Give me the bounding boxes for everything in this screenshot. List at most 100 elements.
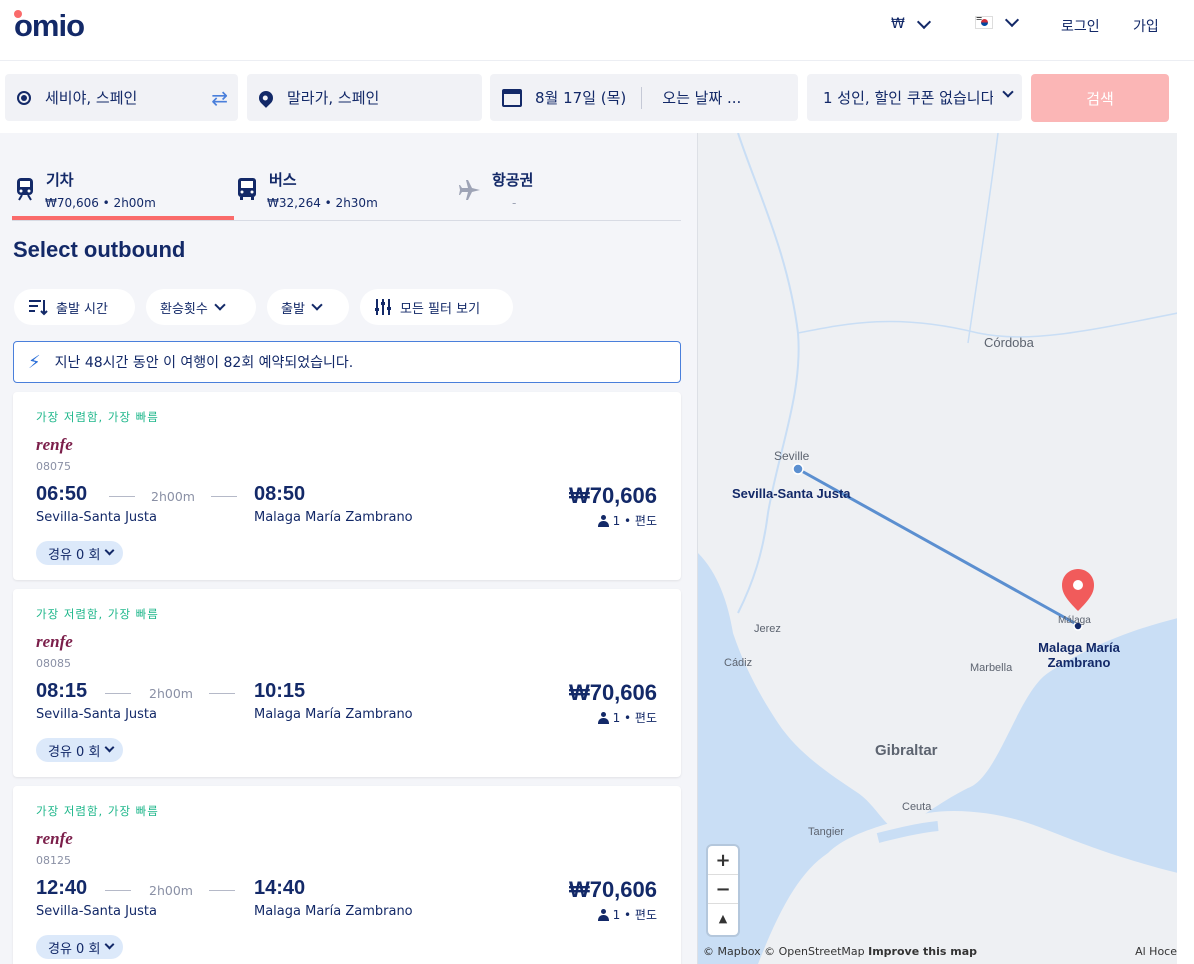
chevron-down-icon [1002, 86, 1014, 98]
tab-flight-sub: - [512, 196, 517, 210]
duration-line [211, 496, 237, 497]
depart-filter-chip[interactable]: 출발 [267, 289, 349, 325]
osm-attribution[interactable]: © OpenStreetMap [764, 945, 865, 958]
arrival-time: 10:15 [254, 680, 306, 702]
language-selector[interactable] [975, 12, 1020, 29]
departure-time: 12:40 [36, 877, 88, 899]
signup-link[interactable]: 가입 [1133, 16, 1159, 36]
map-label-tangier: Tangier [808, 826, 845, 838]
mapbox-attribution[interactable]: © Mapbox [703, 945, 761, 958]
map-label-ceuta: Ceuta [902, 801, 932, 813]
stops-toggle[interactable]: 경유 0 회 [36, 738, 124, 762]
renfe-logo: renfe [36, 632, 73, 651]
origin-field[interactable]: 세비야, 스페인 ⇄ [5, 74, 238, 121]
person-icon [597, 711, 609, 724]
date-divider [641, 86, 643, 109]
duration-line [209, 890, 235, 891]
stops-toggle[interactable]: 경유 0 회 [36, 541, 124, 565]
stops-label: 경유 0 회 [48, 547, 101, 563]
passenger-field[interactable]: 1 성인, 할인 쿠폰 없습니다 [807, 74, 1022, 121]
result-tag: 가장 저렴함, 가장 빠름 [36, 410, 159, 424]
zoom-in-button[interactable]: + [708, 846, 738, 875]
return-date[interactable]: 오는 날짜 ... [662, 87, 741, 108]
omio-logo[interactable]: omio [14, 8, 85, 44]
route-map[interactable]: Córdoba Seville Sevilla-Santa Justa Mála… [697, 133, 1177, 964]
result-tag: 가장 저렴함, 가장 빠름 [36, 607, 159, 621]
currency-selector[interactable]: ₩ [891, 14, 931, 32]
chevron-down-icon [104, 545, 115, 556]
korea-flag-icon [975, 14, 993, 29]
login-link[interactable]: 로그인 [1061, 16, 1100, 36]
date-field[interactable]: 8월 17일 (목) 오는 날짜 ... [490, 74, 798, 121]
tab-train-label: 기차 [46, 171, 74, 189]
departure-time: 06:50 [36, 483, 88, 505]
depart-date[interactable]: 8월 17일 (목) [535, 87, 626, 108]
stops-label: 경유 0 회 [48, 941, 101, 957]
lightning-icon: ⚡ [28, 351, 41, 373]
booking-info-banner: ⚡ 지난 48시간 동안 이 여행이 82회 예약되었습니다. [13, 341, 681, 383]
duration-line [105, 890, 131, 891]
arrival-time: 14:40 [254, 877, 306, 899]
passenger-info: 1 • 편도 [597, 512, 657, 529]
passenger-text: 1 • 편도 [612, 908, 657, 922]
origin-circle-icon [17, 90, 31, 105]
currency-label: ₩ [891, 16, 905, 32]
result-card[interactable]: 가장 저렴함, 가장 빠름 renfe 08125 12:40 2h00m 14… [13, 786, 681, 964]
duration: 2h00m [151, 489, 195, 504]
map-label-marbella: Marbella [970, 662, 1013, 674]
location-pin-icon [256, 87, 276, 108]
chip-label: 출발 [281, 301, 305, 317]
stops-label: 경유 0 회 [48, 744, 101, 760]
swap-icon[interactable]: ⇄ [211, 86, 228, 110]
person-icon [597, 514, 609, 527]
tab-train[interactable]: 기차 ₩70,606 • 2h00m [12, 163, 234, 220]
stops-toggle[interactable]: 경유 0 회 [36, 935, 124, 959]
result-card[interactable]: 가장 저렴함, 가장 빠름 renfe 08085 08:15 2h00m 10… [13, 589, 681, 777]
transfers-filter-chip[interactable]: 환승횟수 [146, 289, 256, 325]
map-label-jerez: Jerez [754, 623, 781, 635]
passenger-text: 1 • 편도 [612, 711, 657, 725]
top-navbar: omio ₩ 로그인 가입 [0, 0, 1194, 60]
map-label-al-hoceima: Al Hoce [1135, 945, 1177, 958]
tab-bus-sub: ₩32,264 • 2h30m [267, 196, 378, 210]
tab-flight[interactable]: 항공권 - [456, 163, 681, 220]
train-icon [17, 178, 33, 201]
transport-tabs: 기차 ₩70,606 • 2h00m 버스 ₩32,264 • 2h30m 항공… [12, 163, 681, 221]
all-filters-chip[interactable]: 모든 필터 보기 [360, 289, 513, 325]
bus-icon [238, 178, 256, 200]
sliders-icon [375, 299, 391, 315]
origin-value: 세비야, 스페인 [45, 89, 138, 107]
improve-map-link[interactable]: Improve this map [868, 945, 977, 958]
origin-station: Sevilla-Santa Justa [36, 904, 157, 919]
destination-station: Malaga María Zambrano [254, 707, 413, 722]
destination-field[interactable]: 말라가, 스페인 [247, 74, 482, 121]
tab-flight-label: 항공권 [492, 171, 534, 189]
search-bar: 세비야, 스페인 ⇄ 말라가, 스페인 8월 17일 (목) 오는 날짜 ...… [0, 60, 1194, 133]
chip-label: 환승횟수 [160, 301, 208, 317]
map-label-cordoba: Córdoba [984, 335, 1034, 350]
map-canvas [698, 133, 1177, 964]
train-number: 08125 [36, 854, 71, 867]
search-button[interactable]: 검색 [1031, 74, 1169, 122]
result-tag: 가장 저렴함, 가장 빠름 [36, 804, 159, 818]
origin-station: Sevilla-Santa Justa [36, 707, 157, 722]
results-panel: 기차 ₩70,606 • 2h00m 버스 ₩32,264 • 2h30m 항공… [0, 133, 697, 964]
destination-station: Malaga María Zambrano [254, 904, 413, 919]
compass-icon[interactable]: ▲ [708, 904, 738, 933]
result-card[interactable]: 가장 저렴함, 가장 빠름 renfe 08075 06:50 2h00m 08… [13, 392, 681, 580]
duration-line [109, 496, 135, 497]
tab-bus[interactable]: 버스 ₩32,264 • 2h30m [234, 163, 456, 220]
sort-departure-time-chip[interactable]: 출발 시간 [14, 289, 135, 325]
person-icon [597, 908, 609, 921]
duration: 2h00m [149, 686, 193, 701]
chevron-down-icon [104, 742, 115, 753]
scrollbar[interactable] [1177, 133, 1194, 964]
renfe-logo: renfe [36, 435, 73, 454]
map-zoom-controls: + − ▲ [708, 846, 738, 935]
destination-station-label: Malaga María Zambrano [1038, 640, 1120, 670]
chip-label: 출발 시간 [56, 301, 108, 317]
map-label-seville: Seville [774, 449, 810, 463]
zoom-out-button[interactable]: − [708, 875, 738, 904]
duration-line [105, 693, 131, 694]
arrival-time: 08:50 [254, 483, 306, 505]
